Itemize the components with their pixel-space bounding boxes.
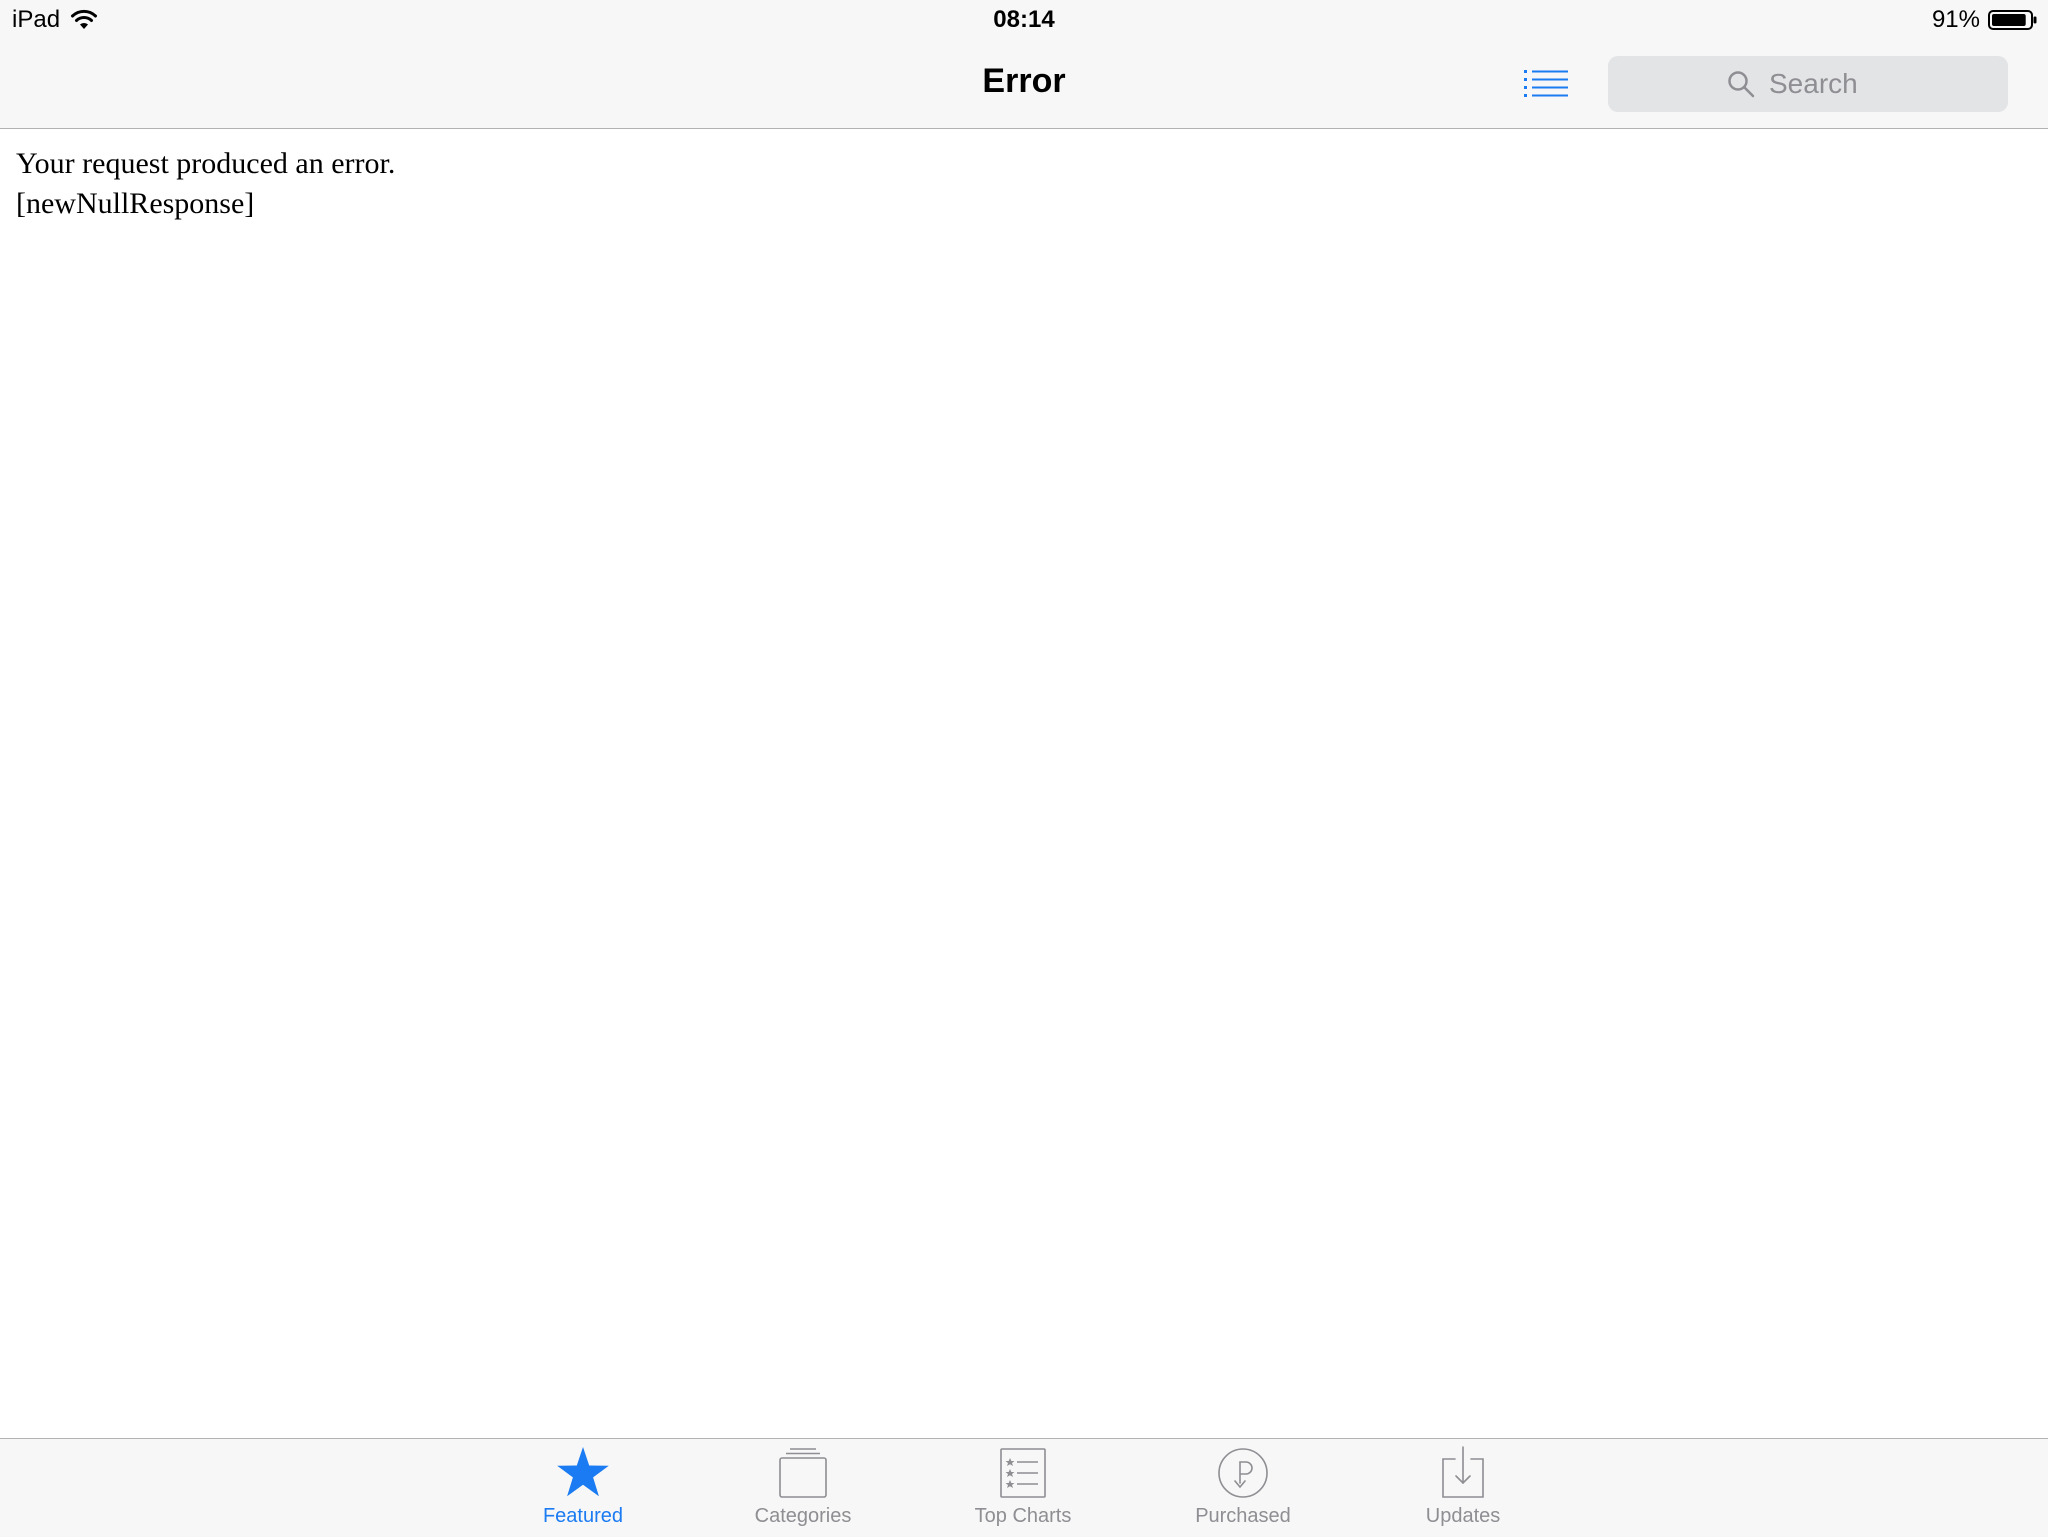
status-time: 08:14 <box>993 6 1055 33</box>
error-code: [newNullResponse] <box>16 187 255 220</box>
star-icon <box>557 1447 609 1497</box>
navigation-bar: Error <box>0 40 2048 129</box>
battery-percentage: 91% <box>1931 6 1980 33</box>
search-icon <box>1728 71 1755 98</box>
wish-list-button[interactable] <box>1524 68 1568 100</box>
tab-top-charts[interactable]: Top Charts <box>933 1445 1113 1535</box>
purchased-icon <box>1218 1448 1268 1498</box>
status-bar: iPad 08:14 91% <box>0 0 2048 40</box>
tab-label: Featured <box>542 1505 624 1527</box>
tab-label: Updates <box>1425 1505 1501 1527</box>
search-input[interactable] <box>1769 68 1889 100</box>
status-right: 91% <box>1932 6 2038 34</box>
error-message: Your request produced an error. [newNull… <box>16 144 395 224</box>
tab-featured[interactable]: Featured <box>493 1445 673 1535</box>
battery-icon <box>1988 10 2037 30</box>
tab-label: Top Charts <box>974 1505 1072 1527</box>
tab-updates[interactable]: Updates <box>1373 1445 1553 1535</box>
tab-label: Purchased <box>1195 1505 1291 1527</box>
tab-label: Categories <box>754 1505 852 1527</box>
error-text: Your request produced an error. <box>16 147 396 180</box>
categories-icon <box>779 1448 827 1498</box>
tab-categories[interactable]: Categories <box>713 1445 893 1535</box>
updates-icon <box>1442 1446 1484 1498</box>
tab-purchased[interactable]: Purchased <box>1153 1445 1333 1535</box>
top-charts-icon <box>1000 1448 1046 1498</box>
search-field[interactable] <box>1608 56 2008 112</box>
tab-bar: Featured Categories Top Charts Purchased… <box>0 1438 2048 1537</box>
list-icon <box>1524 70 1568 97</box>
